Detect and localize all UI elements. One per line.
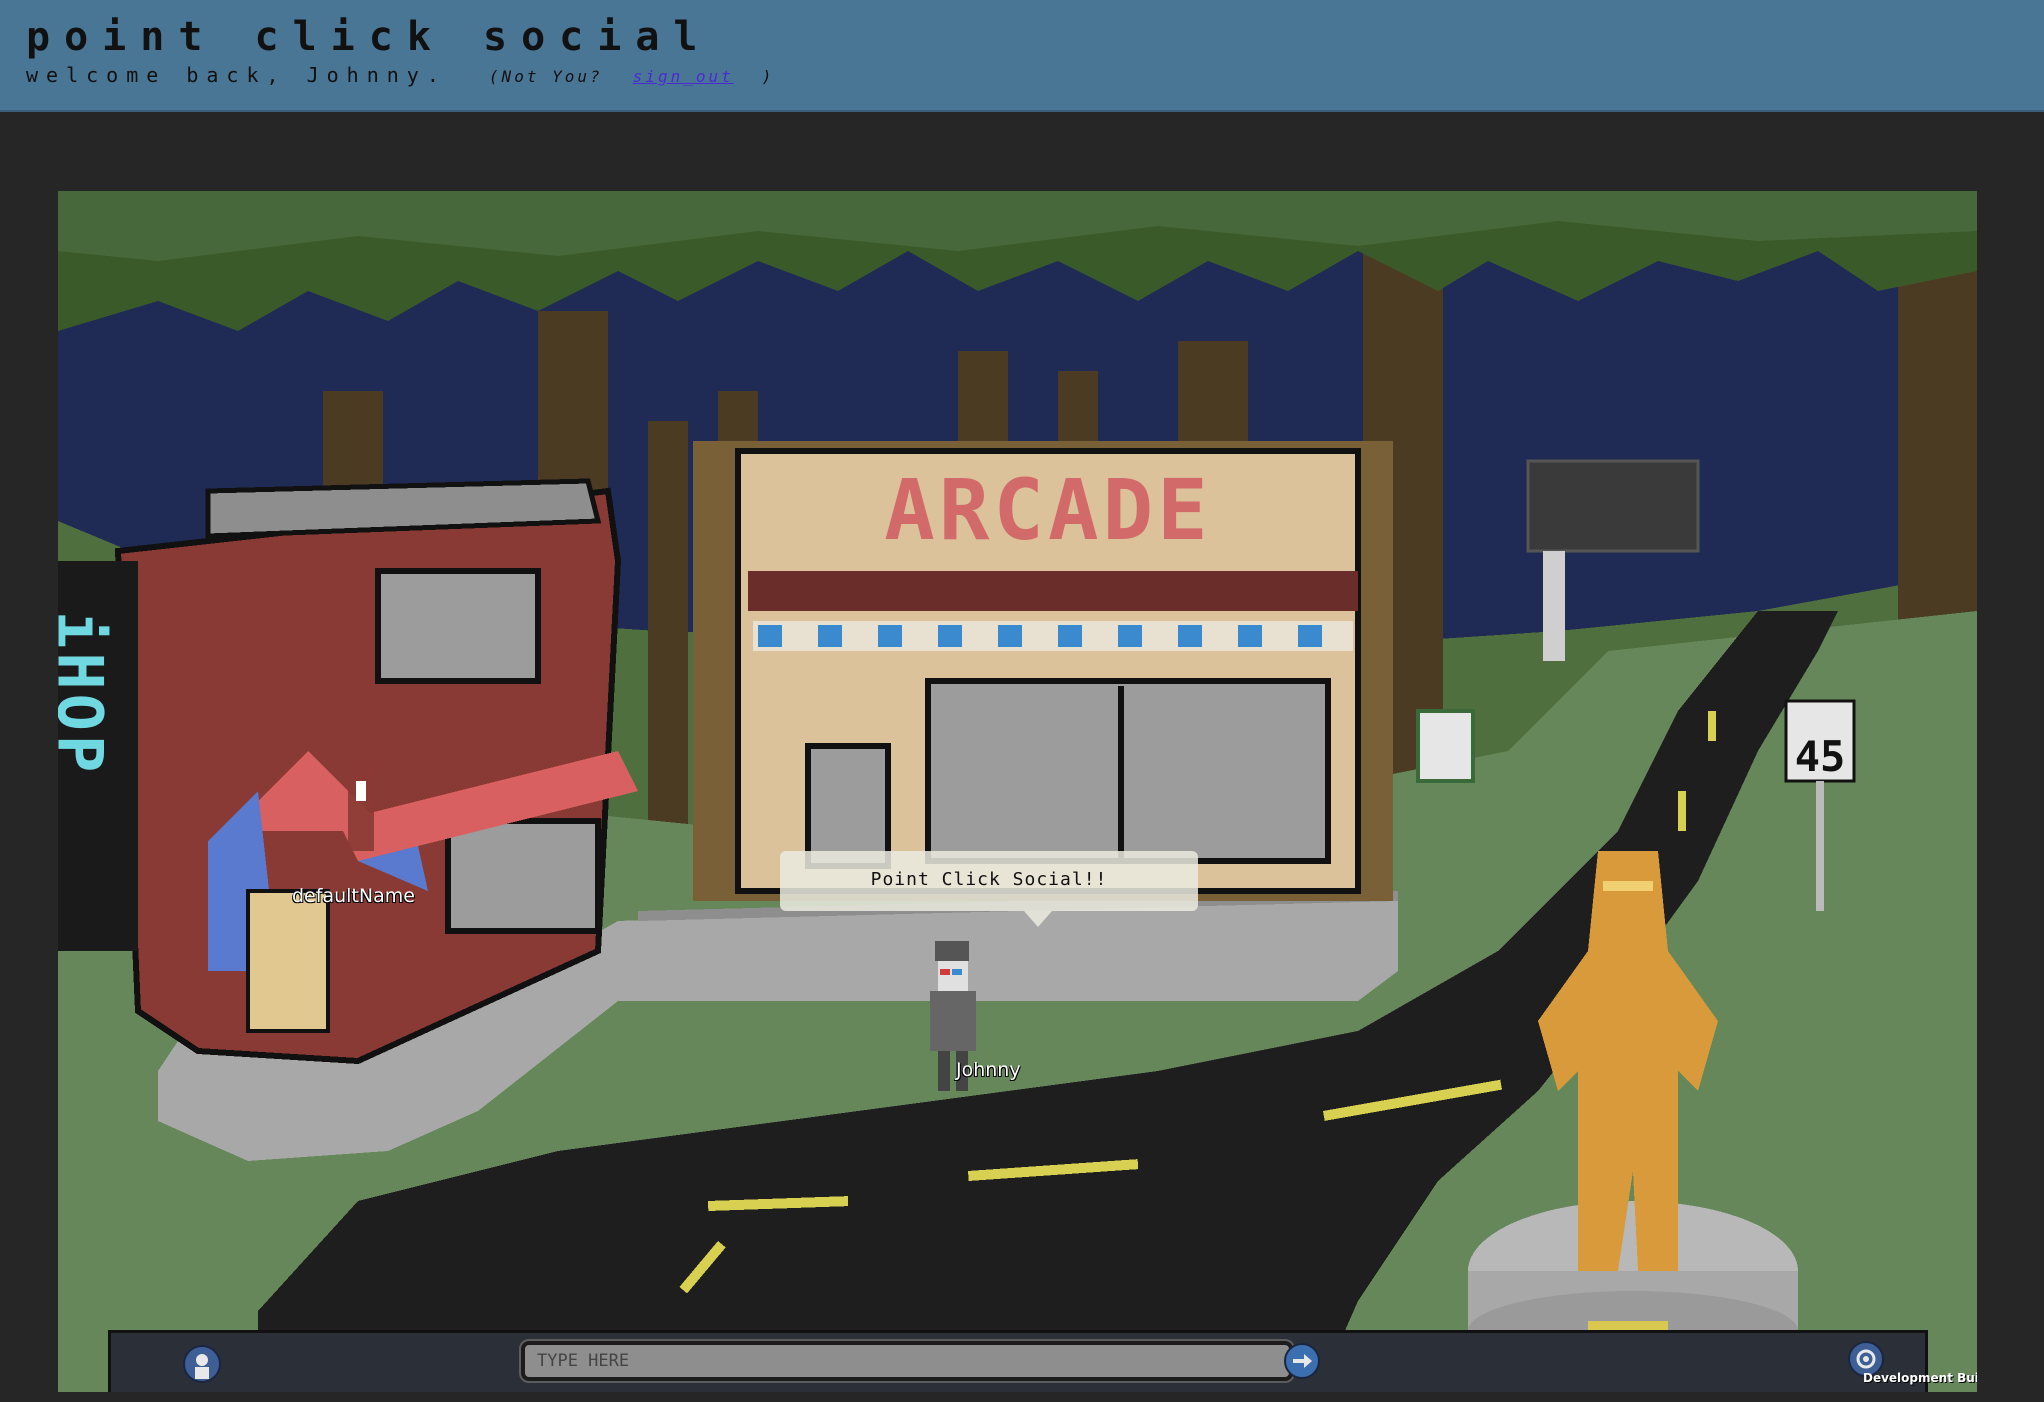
player-avatar-defaultname[interactable] [348, 761, 374, 851]
welcome-line: welcome back, Johnny. (Not You? sign_out… [26, 62, 774, 90]
game-scene[interactable]: iHOP ARCADE 45 [58, 191, 1977, 1392]
site-title: point click social [26, 14, 712, 60]
speech-bubble: Point Click Social!! [780, 851, 1198, 911]
development-build-label: Development Build [1863, 1371, 1977, 1385]
ihop-sign-text: iHOP [58, 611, 117, 776]
avatar-icon[interactable] [183, 1345, 221, 1383]
arcade-building: ARCADE [693, 441, 1393, 901]
speed-limit-value: 45 [1795, 732, 1846, 781]
site-header: point click social welcome back, Johnny.… [0, 0, 2044, 112]
avatar-glyph [195, 1354, 209, 1379]
player-name-defaultname: defaultName [292, 885, 415, 907]
speech-bubble-tail [1024, 911, 1052, 927]
send-button[interactable] [1284, 1343, 1320, 1379]
chat-input[interactable] [519, 1339, 1295, 1383]
player-name-johnny: Johnny [956, 1059, 1021, 1081]
chat-bar [108, 1330, 1928, 1392]
marquee-lights [753, 621, 1353, 651]
not-you-text: (Not You? [488, 67, 603, 86]
sign-out-link[interactable]: sign_out [633, 67, 734, 86]
ihop-sign: iHOP [58, 561, 138, 951]
game-canvas[interactable]: iHOP ARCADE 45 defaultName Johnny Point … [58, 191, 1977, 1392]
speech-bubble-text: Point Click Social!! [870, 869, 1108, 890]
not-you-close: ) [761, 67, 775, 86]
arrow-right-icon [1293, 1354, 1312, 1368]
tree-poster [1416, 709, 1475, 783]
arcade-sign: ARCADE [884, 461, 1211, 559]
welcome-text: welcome back, Johnny. [26, 63, 447, 87]
